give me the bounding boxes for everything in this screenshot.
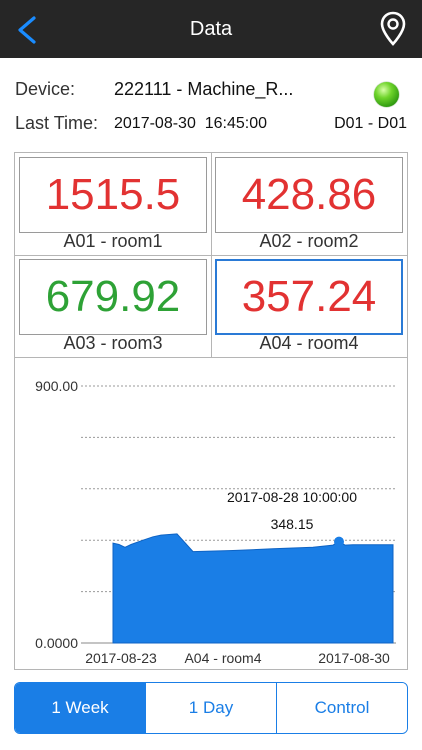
- range-segmented-control: 1 Week 1 Day Control: [14, 682, 408, 734]
- x-tick-label: 2017-08-23: [85, 650, 157, 666]
- chart-marker-time: 2017-08-28 10:00:00: [227, 489, 357, 505]
- tile-a04[interactable]: 357.24: [215, 259, 403, 335]
- x-axis-series-label: A04 - room4: [184, 650, 261, 666]
- x-tick-label: 2017-08-30: [318, 650, 390, 666]
- device-info-panel: Device: 222111 - Machine_R... Last Time:…: [0, 58, 422, 148]
- tile-value: 357.24: [241, 272, 377, 321]
- data-grid: 1515.5 A01 - room1 428.86 A02 - room2 67…: [14, 152, 408, 670]
- segment-1-week[interactable]: 1 Week: [15, 683, 145, 733]
- chart-area-series: [112, 533, 394, 644]
- tile-caption: A03 - room3: [63, 333, 163, 353]
- tile-caption: A04 - room4: [259, 333, 359, 353]
- device-name: 222111 - Machine_R...: [114, 79, 294, 99]
- tile-a01[interactable]: 1515.5: [19, 157, 207, 233]
- tile-caption: A02 - room2: [259, 231, 359, 251]
- tile-value: 428.86: [241, 170, 377, 219]
- location-button[interactable]: [380, 11, 406, 47]
- y-tick-label: 0.0000: [35, 635, 78, 651]
- last-time-label: Last Time:: [15, 113, 99, 133]
- map-pin-icon: [380, 11, 406, 46]
- grid-divider: [15, 357, 407, 358]
- chart-marker-point: [334, 536, 344, 547]
- last-time-value: 2017-08-30 16:45:00: [114, 115, 268, 132]
- tile-a03[interactable]: 679.92: [19, 259, 207, 335]
- history-chart: 900.00 0.0000 2017-08-28 10:00:00 348.15…: [15, 359, 407, 669]
- segment-1-day[interactable]: 1 Day: [145, 683, 276, 733]
- status-indicator-icon: [374, 82, 399, 107]
- back-button[interactable]: [12, 12, 46, 48]
- tile-a02[interactable]: 428.86: [215, 157, 403, 233]
- history-chart-svg: 900.00 0.0000 2017-08-28 10:00:00 348.15…: [35, 378, 396, 666]
- chart-marker-value: 348.15: [271, 516, 314, 532]
- chevron-left-icon: [18, 16, 36, 44]
- tile-caption: A01 - room1: [63, 231, 163, 251]
- y-tick-label: 900.00: [35, 378, 78, 394]
- grid-divider: [15, 255, 407, 256]
- device-label: Device:: [15, 79, 76, 99]
- segment-control[interactable]: Control: [276, 683, 407, 733]
- channel-range: D01 - D01: [334, 115, 407, 132]
- page-title: Data: [189, 17, 233, 40]
- tile-value: 1515.5: [45, 170, 181, 219]
- navigation-bar: Data: [0, 0, 422, 58]
- tile-value: 679.92: [45, 272, 181, 321]
